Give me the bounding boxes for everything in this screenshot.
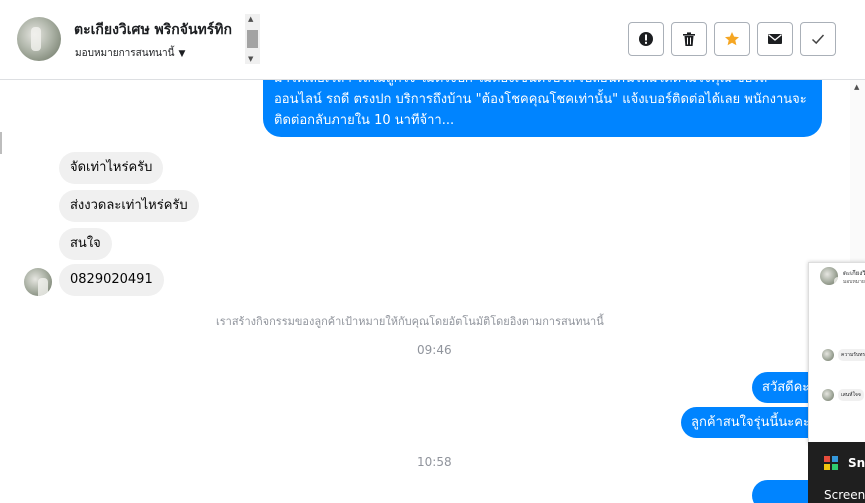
preview-title: ตะเกียงวิเศษ [843,270,865,277]
scrollbar-thumb[interactable] [247,30,258,48]
incoming-message[interactable]: จัดเท่าไหร่ครับ [59,152,164,184]
incoming-message[interactable]: สนใจ [59,228,112,260]
floating-chat-preview[interactable]: ตะเกียงวิเศษ มอบหมายการ ความรับทร เสนห์ใ… [808,262,865,444]
taskbar-app-name[interactable]: Sni [848,456,865,470]
preview-avatar [822,389,834,401]
star-icon [725,32,739,46]
alert-icon [639,32,653,46]
system-notice: เราสร้างกิจกรรมของลูกค้าเป้าหมายให้กับคุ… [216,315,604,328]
snipping-tool-icon [824,456,838,470]
scroll-down-arrow-icon[interactable]: ▼ [248,55,253,63]
scroll-up-arrow-icon[interactable]: ▲ [248,15,253,23]
assign-conversation-dropdown[interactable]: มอบหมายการสนทนานี้ ▼ [75,46,185,61]
preview-avatar [822,349,834,361]
sender-avatar[interactable] [24,268,52,296]
header-scrollbar[interactable]: ▲ ▼ [245,14,260,64]
preview-message: เสนห์ใจจ [838,389,864,401]
taskbar-fragment: Sni Screen [808,442,865,503]
scroll-up-arrow-icon[interactable]: ▲ [854,83,859,91]
conversation-header: ตะเกียงวิเศษ พริกจันทร์ทิก มอบหมายการสนท… [0,0,865,80]
incoming-message[interactable]: 0829020491 [59,264,164,296]
trash-icon [683,32,695,46]
spam-button[interactable] [628,22,664,56]
message-timestamp: 09:46 [417,343,452,357]
message-timestamp: 10:58 [417,455,452,469]
taskbar-app-subtitle: Screen [824,488,865,502]
star-button[interactable] [714,22,750,56]
assign-label: มอบหมายการสนทนานี้ [75,48,175,59]
caret-down-icon: ▼ [178,48,186,59]
message-thread[interactable]: ม่าให้เสียเวลา รถไม่ถูกใจ ไม่ตรงปก ไม่ต้… [0,80,865,503]
left-edge-marker [0,132,2,154]
mark-unread-button[interactable] [757,22,793,56]
preview-message: ความรับทร [838,349,865,361]
preview-subtitle: มอบหมายการ [843,279,865,285]
check-icon [811,34,825,45]
contact-name[interactable]: ตะเกียงวิเศษ พริกจันทร์ทิก [74,19,246,41]
envelope-icon [768,34,782,44]
preview-avatar [820,267,838,285]
incoming-message[interactable]: ส่งงวดละเท่าไหร่ครับ [59,190,199,222]
contact-avatar[interactable] [17,17,61,61]
outgoing-message[interactable]: ม่าให้เสียเวลา รถไม่ถูกใจ ไม่ตรงปก ไม่ต้… [263,80,822,137]
delete-button[interactable] [671,22,707,56]
done-button[interactable] [800,22,836,56]
